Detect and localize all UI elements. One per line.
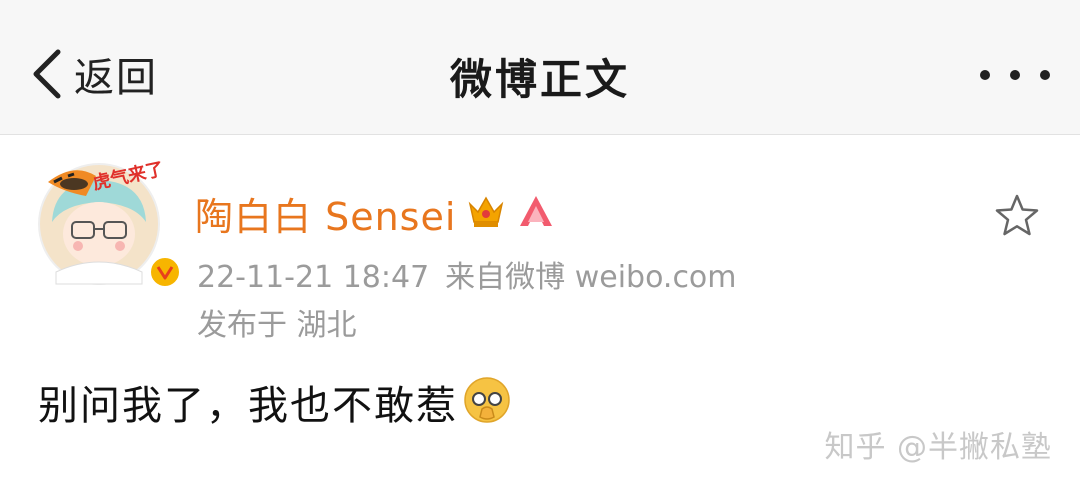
- page-title: 微博正文: [449, 55, 630, 104]
- post-text: 别问我了，我也不敢惹: [38, 383, 458, 429]
- more-icon[interactable]: [980, 60, 1050, 90]
- facepalm-emoji-icon: [462, 375, 512, 429]
- level-badge-icon: [516, 192, 556, 234]
- nav-bar: 返回 微博正文: [0, 0, 1080, 135]
- author-name[interactable]: 陶白白 Sensei: [195, 186, 456, 241]
- crown-icon: [466, 192, 506, 234]
- star-icon[interactable]: [994, 192, 1040, 238]
- source-label[interactable]: 来自微博 weibo.com: [445, 260, 736, 295]
- author-row: 陶白白 Sensei: [195, 185, 556, 241]
- location-label: 发布于 湖北: [197, 308, 357, 343]
- verified-badge-icon: [148, 255, 182, 289]
- watermark: 知乎 @半撇私塾: [824, 430, 1052, 465]
- post-body: 别问我了，我也不敢惹: [38, 374, 512, 430]
- timestamp: 22-11-21 18:47: [197, 260, 430, 295]
- post-meta: 22-11-21 18:47 来自微博 weibo.com: [197, 252, 737, 296]
- avatar[interactable]: 虎气来了: [34, 152, 182, 292]
